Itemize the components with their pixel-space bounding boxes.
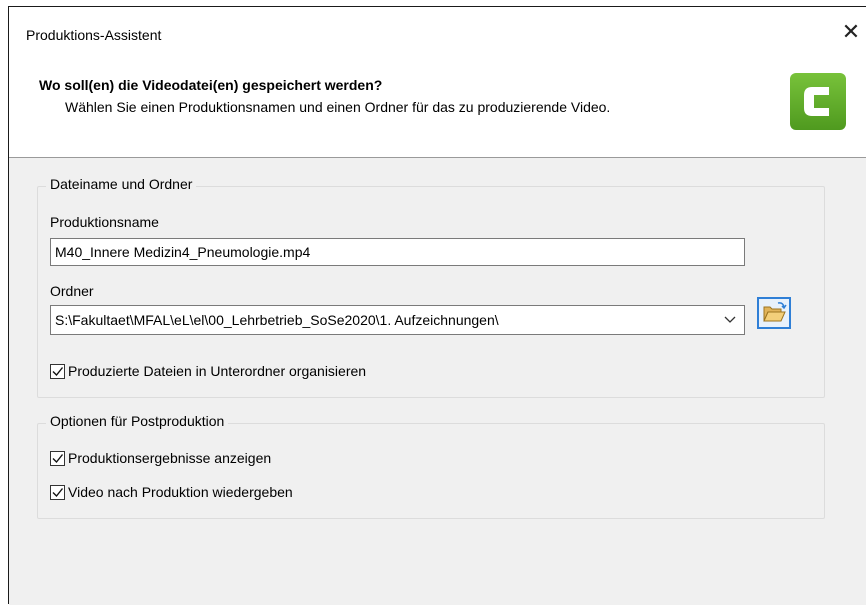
header-title: Wo soll(en) die Videodatei(en) gespeiche… <box>39 77 383 93</box>
content-panel: Dateiname und Ordner Produktionsname M40… <box>9 158 866 605</box>
folder-label: Ordner <box>50 283 94 299</box>
production-name-input[interactable]: M40_Innere Medizin4_Pneumologie.mp4 <box>50 238 745 266</box>
show-results-label: Produktionsergebnisse anzeigen <box>68 450 272 466</box>
file-group-legend: Dateiname und Ordner <box>46 176 197 192</box>
window-title: Produktions-Assistent <box>26 27 162 43</box>
chevron-down-icon[interactable] <box>722 310 738 328</box>
play-video-label: Video nach Produktion wiedergeben <box>68 484 293 500</box>
folder-combobox[interactable]: S:\Fakultaet\MFAL\eL\el\00_Lehrbetrieb_S… <box>50 305 745 335</box>
organize-subfolders-label: Produzierte Dateien in Unterordner organ… <box>68 363 367 379</box>
camtasia-logo-icon <box>790 73 846 130</box>
show-results-row[interactable]: Produktionsergebnisse anzeigen <box>50 450 450 471</box>
postproduction-group-legend: Optionen für Postproduktion <box>46 413 229 429</box>
postproduction-group: Optionen für Postproduktion Produktionse… <box>37 413 825 519</box>
close-button[interactable]: ✕ <box>836 17 866 47</box>
show-results-checkbox[interactable] <box>50 451 65 466</box>
dialog-window: Produktions-Assistent ✕ Wo soll(en) die … <box>8 6 866 605</box>
wizard-header: Wo soll(en) die Videodatei(en) gespeiche… <box>9 53 866 158</box>
production-name-label: Produktionsname <box>50 214 159 230</box>
browse-folder-button[interactable] <box>757 297 791 329</box>
title-bar: Produktions-Assistent ✕ <box>9 7 866 53</box>
play-video-row[interactable]: Video nach Produktion wiedergeben <box>50 484 450 505</box>
organize-subfolders-checkbox[interactable] <box>50 364 65 379</box>
header-subtitle: Wählen Sie einen Produktionsnamen und ei… <box>65 99 611 115</box>
checkmark-icon <box>52 454 64 464</box>
checkmark-icon <box>52 367 64 377</box>
play-video-checkbox[interactable] <box>50 485 65 500</box>
camtasia-logo-glyph <box>804 87 829 116</box>
file-group: Dateiname und Ordner Produktionsname M40… <box>37 176 825 398</box>
folder-combobox-value: S:\Fakultaet\MFAL\eL\el\00_Lehrbetrieb_S… <box>55 312 499 328</box>
organize-subfolders-row[interactable]: Produzierte Dateien in Unterordner organ… <box>50 363 450 384</box>
checkmark-icon <box>52 488 64 498</box>
open-folder-icon <box>763 302 787 322</box>
